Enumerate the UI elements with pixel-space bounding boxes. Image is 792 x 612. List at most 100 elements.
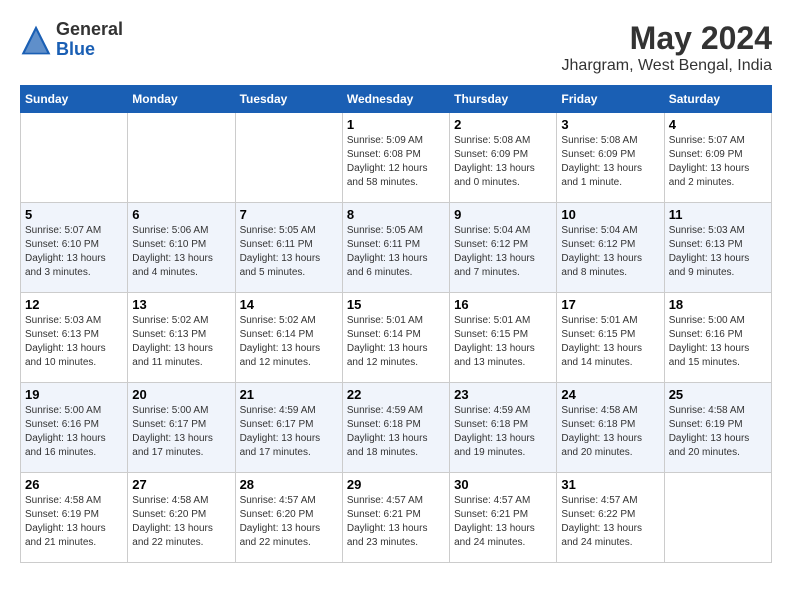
day-number: 15 <box>347 297 445 312</box>
calendar-cell: 7 Sunrise: 5:05 AM Sunset: 6:11 PM Daylig… <box>235 203 342 293</box>
day-number: 28 <box>240 477 338 492</box>
calendar-cell: 24 Sunrise: 4:58 AM Sunset: 6:18 PM Dayli… <box>557 383 664 473</box>
day-number: 8 <box>347 207 445 222</box>
week-row-2: 5 Sunrise: 5:07 AM Sunset: 6:10 PM Daylig… <box>21 203 772 293</box>
calendar-cell: 1 Sunrise: 5:09 AM Sunset: 6:08 PM Daylig… <box>342 113 449 203</box>
week-row-4: 19 Sunrise: 5:00 AM Sunset: 6:16 PM Dayli… <box>21 383 772 473</box>
day-number: 5 <box>25 207 123 222</box>
day-info: Sunrise: 5:03 AM Sunset: 6:13 PM Dayligh… <box>669 224 767 280</box>
day-number: 6 <box>132 207 230 222</box>
day-info: Sunrise: 5:01 AM Sunset: 6:14 PM Dayligh… <box>347 314 445 370</box>
calendar-cell: 5 Sunrise: 5:07 AM Sunset: 6:10 PM Daylig… <box>21 203 128 293</box>
calendar-cell: 15 Sunrise: 5:01 AM Sunset: 6:14 PM Dayli… <box>342 293 449 383</box>
day-number: 22 <box>347 387 445 402</box>
calendar-cell: 4Sunrise: 5:07 AM Sunset: 6:09 PM Daylig… <box>664 113 771 203</box>
calendar-cell: 18 Sunrise: 5:00 AM Sunset: 6:16 PM Dayli… <box>664 293 771 383</box>
header-day-thursday: Thursday <box>450 86 557 113</box>
day-info: Sunrise: 5:05 AM Sunset: 6:11 PM Dayligh… <box>240 224 338 280</box>
header-day-sunday: Sunday <box>21 86 128 113</box>
day-number: 21 <box>240 387 338 402</box>
day-info: Sunrise: 5:01 AM Sunset: 6:15 PM Dayligh… <box>561 314 659 370</box>
calendar-cell: 25Sunrise: 4:58 AM Sunset: 6:19 PM Dayli… <box>664 383 771 473</box>
day-number: 10 <box>561 207 659 222</box>
header-day-tuesday: Tuesday <box>235 86 342 113</box>
calendar-cell: 9 Sunrise: 5:04 AM Sunset: 6:12 PM Daylig… <box>450 203 557 293</box>
day-number: 2 <box>454 117 552 132</box>
calendar-cell: 10 Sunrise: 5:04 AM Sunset: 6:12 PM Dayli… <box>557 203 664 293</box>
page-header: General Blue May 2024 Jhargram, West Ben… <box>20 20 772 75</box>
day-info: Sunrise: 5:01 AM Sunset: 6:15 PM Dayligh… <box>454 314 552 370</box>
calendar-cell: 3 Sunrise: 5:08 AM Sunset: 6:09 PM Daylig… <box>557 113 664 203</box>
day-number: 13 <box>132 297 230 312</box>
calendar-cell: 2 Sunrise: 5:08 AM Sunset: 6:09 PM Daylig… <box>450 113 557 203</box>
calendar-header-row: SundayMondayTuesdayWednesdayThursdayFrid… <box>21 86 772 113</box>
day-info: Sunrise: 4:58 AM Sunset: 6:20 PM Dayligh… <box>132 494 230 550</box>
day-info: Sunrise: 4:57 AM Sunset: 6:21 PM Dayligh… <box>454 494 552 550</box>
day-number: 14 <box>240 297 338 312</box>
day-info: Sunrise: 5:00 AM Sunset: 6:16 PM Dayligh… <box>669 314 767 370</box>
calendar-cell <box>664 473 771 563</box>
logo-general: General <box>56 19 123 39</box>
day-info: Sunrise: 5:00 AM Sunset: 6:16 PM Dayligh… <box>25 404 123 460</box>
day-info: Sunrise: 5:07 AM Sunset: 6:10 PM Dayligh… <box>25 224 123 280</box>
day-info: Sunrise: 5:09 AM Sunset: 6:08 PM Dayligh… <box>347 134 445 190</box>
day-info: Sunrise: 4:59 AM Sunset: 6:17 PM Dayligh… <box>240 404 338 460</box>
day-number: 29 <box>347 477 445 492</box>
day-number: 27 <box>132 477 230 492</box>
calendar-cell: 22 Sunrise: 4:59 AM Sunset: 6:18 PM Dayli… <box>342 383 449 473</box>
day-info: Sunrise: 4:58 AM Sunset: 6:19 PM Dayligh… <box>25 494 123 550</box>
day-info: Sunrise: 5:02 AM Sunset: 6:14 PM Dayligh… <box>240 314 338 370</box>
day-number: 24 <box>561 387 659 402</box>
calendar-cell: 27 Sunrise: 4:58 AM Sunset: 6:20 PM Dayli… <box>128 473 235 563</box>
week-row-5: 26 Sunrise: 4:58 AM Sunset: 6:19 PM Dayli… <box>21 473 772 563</box>
logo-icon <box>20 24 52 56</box>
header-day-monday: Monday <box>128 86 235 113</box>
week-row-1: 1 Sunrise: 5:09 AM Sunset: 6:08 PM Daylig… <box>21 113 772 203</box>
day-info: Sunrise: 5:04 AM Sunset: 6:12 PM Dayligh… <box>561 224 659 280</box>
main-title: May 2024 <box>562 20 772 57</box>
header-day-wednesday: Wednesday <box>342 86 449 113</box>
day-number: 17 <box>561 297 659 312</box>
day-number: 1 <box>347 117 445 132</box>
calendar-cell: 30 Sunrise: 4:57 AM Sunset: 6:21 PM Dayli… <box>450 473 557 563</box>
day-number: 19 <box>25 387 123 402</box>
calendar-cell <box>128 113 235 203</box>
day-info: Sunrise: 4:57 AM Sunset: 6:22 PM Dayligh… <box>561 494 659 550</box>
subtitle: Jhargram, West Bengal, India <box>562 57 772 75</box>
logo-blue: Blue <box>56 39 95 59</box>
day-number: 31 <box>561 477 659 492</box>
day-number: 16 <box>454 297 552 312</box>
day-number: 25 <box>669 387 767 402</box>
calendar-cell: 20Sunrise: 5:00 AM Sunset: 6:17 PM Dayli… <box>128 383 235 473</box>
day-info: Sunrise: 4:57 AM Sunset: 6:20 PM Dayligh… <box>240 494 338 550</box>
calendar-table: SundayMondayTuesdayWednesdayThursdayFrid… <box>20 85 772 563</box>
calendar-cell <box>235 113 342 203</box>
day-info: Sunrise: 5:08 AM Sunset: 6:09 PM Dayligh… <box>561 134 659 190</box>
calendar-cell: 17 Sunrise: 5:01 AM Sunset: 6:15 PM Dayli… <box>557 293 664 383</box>
calendar-cell <box>21 113 128 203</box>
day-info: Sunrise: 5:08 AM Sunset: 6:09 PM Dayligh… <box>454 134 552 190</box>
calendar-cell: 12Sunrise: 5:03 AM Sunset: 6:13 PM Dayli… <box>21 293 128 383</box>
day-number: 18 <box>669 297 767 312</box>
day-number: 9 <box>454 207 552 222</box>
day-number: 26 <box>25 477 123 492</box>
calendar-cell: 13 Sunrise: 5:02 AM Sunset: 6:13 PM Dayli… <box>128 293 235 383</box>
calendar-cell: 21 Sunrise: 4:59 AM Sunset: 6:17 PM Dayli… <box>235 383 342 473</box>
calendar-cell: 29Sunrise: 4:57 AM Sunset: 6:21 PM Dayli… <box>342 473 449 563</box>
day-info: Sunrise: 5:04 AM Sunset: 6:12 PM Dayligh… <box>454 224 552 280</box>
day-number: 12 <box>25 297 123 312</box>
calendar-cell: 14 Sunrise: 5:02 AM Sunset: 6:14 PM Dayli… <box>235 293 342 383</box>
day-info: Sunrise: 4:58 AM Sunset: 6:18 PM Dayligh… <box>561 404 659 460</box>
day-info: Sunrise: 5:00 AM Sunset: 6:17 PM Dayligh… <box>132 404 230 460</box>
day-info: Sunrise: 4:59 AM Sunset: 6:18 PM Dayligh… <box>454 404 552 460</box>
day-number: 11 <box>669 207 767 222</box>
day-info: Sunrise: 4:59 AM Sunset: 6:18 PM Dayligh… <box>347 404 445 460</box>
day-info: Sunrise: 5:02 AM Sunset: 6:13 PM Dayligh… <box>132 314 230 370</box>
day-number: 30 <box>454 477 552 492</box>
day-number: 7 <box>240 207 338 222</box>
calendar-cell: 28 Sunrise: 4:57 AM Sunset: 6:20 PM Dayli… <box>235 473 342 563</box>
calendar-cell: 23Sunrise: 4:59 AM Sunset: 6:18 PM Dayli… <box>450 383 557 473</box>
week-row-3: 12Sunrise: 5:03 AM Sunset: 6:13 PM Dayli… <box>21 293 772 383</box>
calendar-cell: 6Sunrise: 5:06 AM Sunset: 6:10 PM Daylig… <box>128 203 235 293</box>
day-number: 3 <box>561 117 659 132</box>
